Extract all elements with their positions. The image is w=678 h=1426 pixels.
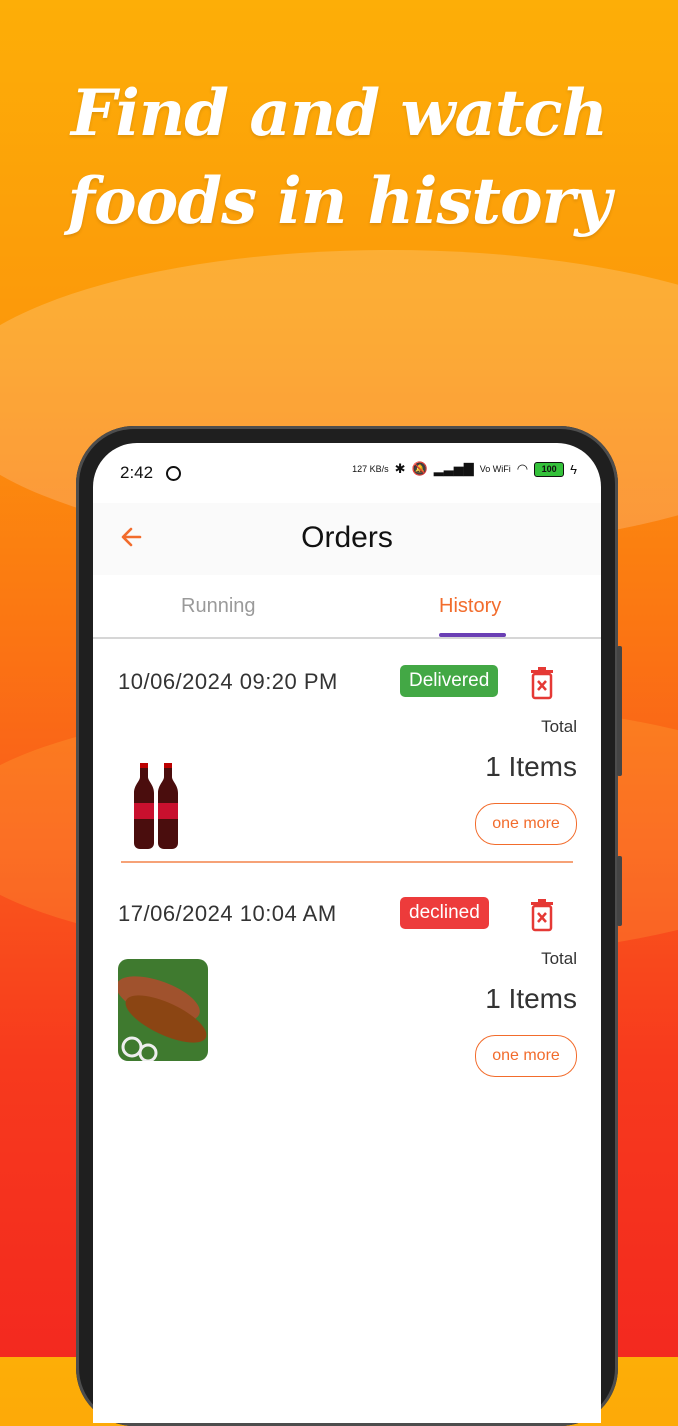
tab-running[interactable]: Running xyxy=(181,595,256,618)
order-datetime: 10/06/2024 09:20 PM xyxy=(118,669,338,694)
order-card[interactable]: 10/06/2024 09:20 PM Delivered Total 1 It… xyxy=(93,639,601,869)
notification-icon xyxy=(166,466,181,481)
headline: Find and watch foods in history xyxy=(0,70,678,246)
items-count: 1 Items xyxy=(485,751,577,782)
battery-icon: 100 xyxy=(534,461,565,477)
volume-button xyxy=(617,646,622,776)
order-card[interactable]: 17/06/2024 10:04 AM declined Total 1 Ite… xyxy=(93,871,601,1101)
headline-line-1: Find and watch xyxy=(71,76,608,151)
delete-icon[interactable] xyxy=(528,898,556,932)
mute-icon: 🔕 xyxy=(411,461,428,476)
status-badge: Delivered xyxy=(400,665,499,697)
vowifi-label: Vo WiFi xyxy=(479,464,511,474)
charging-icon: ϟ xyxy=(570,461,577,477)
divider xyxy=(121,861,573,863)
total-label: Total xyxy=(541,717,577,736)
page-title: Orders xyxy=(301,521,393,554)
phone-mockup: 2:42 127 KB/s ✱ 🔕 ▂▃▅▇ Vo WiFi ◠ 100 ϟ O… xyxy=(76,426,622,1426)
tab-history[interactable]: History xyxy=(439,595,501,618)
delete-icon[interactable] xyxy=(528,666,556,700)
status-badge: declined xyxy=(400,897,489,929)
app-screen: 2:42 127 KB/s ✱ 🔕 ▂▃▅▇ Vo WiFi ◠ 100 ϟ O… xyxy=(93,443,601,1423)
tab-indicator xyxy=(439,633,506,637)
app-bar: Orders xyxy=(93,503,601,575)
bluetooth-icon: ✱ xyxy=(394,461,406,476)
one-more-button[interactable]: one more xyxy=(475,803,577,845)
one-more-button[interactable]: one more xyxy=(475,1035,577,1077)
order-datetime: 17/06/2024 10:04 AM xyxy=(118,901,337,926)
tab-bar: Running History xyxy=(93,575,601,639)
headline-line-2: foods in history xyxy=(67,164,611,239)
power-button xyxy=(617,856,622,926)
status-icons: 127 KB/s ✱ 🔕 ▂▃▅▇ Vo WiFi ◠ 100 ϟ xyxy=(352,461,577,477)
items-count: 1 Items xyxy=(485,983,577,1014)
cola-bottles-image xyxy=(118,757,206,857)
wifi-icon: ◠ xyxy=(516,461,529,476)
status-bar: 2:42 127 KB/s ✱ 🔕 ▂▃▅▇ Vo WiFi ◠ 100 ϟ xyxy=(93,443,601,503)
total-label: Total xyxy=(541,949,577,968)
signal-icon: ▂▃▅▇ xyxy=(433,461,474,476)
status-time: 2:42 xyxy=(120,463,154,482)
grilled-fish-image xyxy=(116,959,208,1063)
net-speed: 127 KB/s xyxy=(352,464,389,474)
